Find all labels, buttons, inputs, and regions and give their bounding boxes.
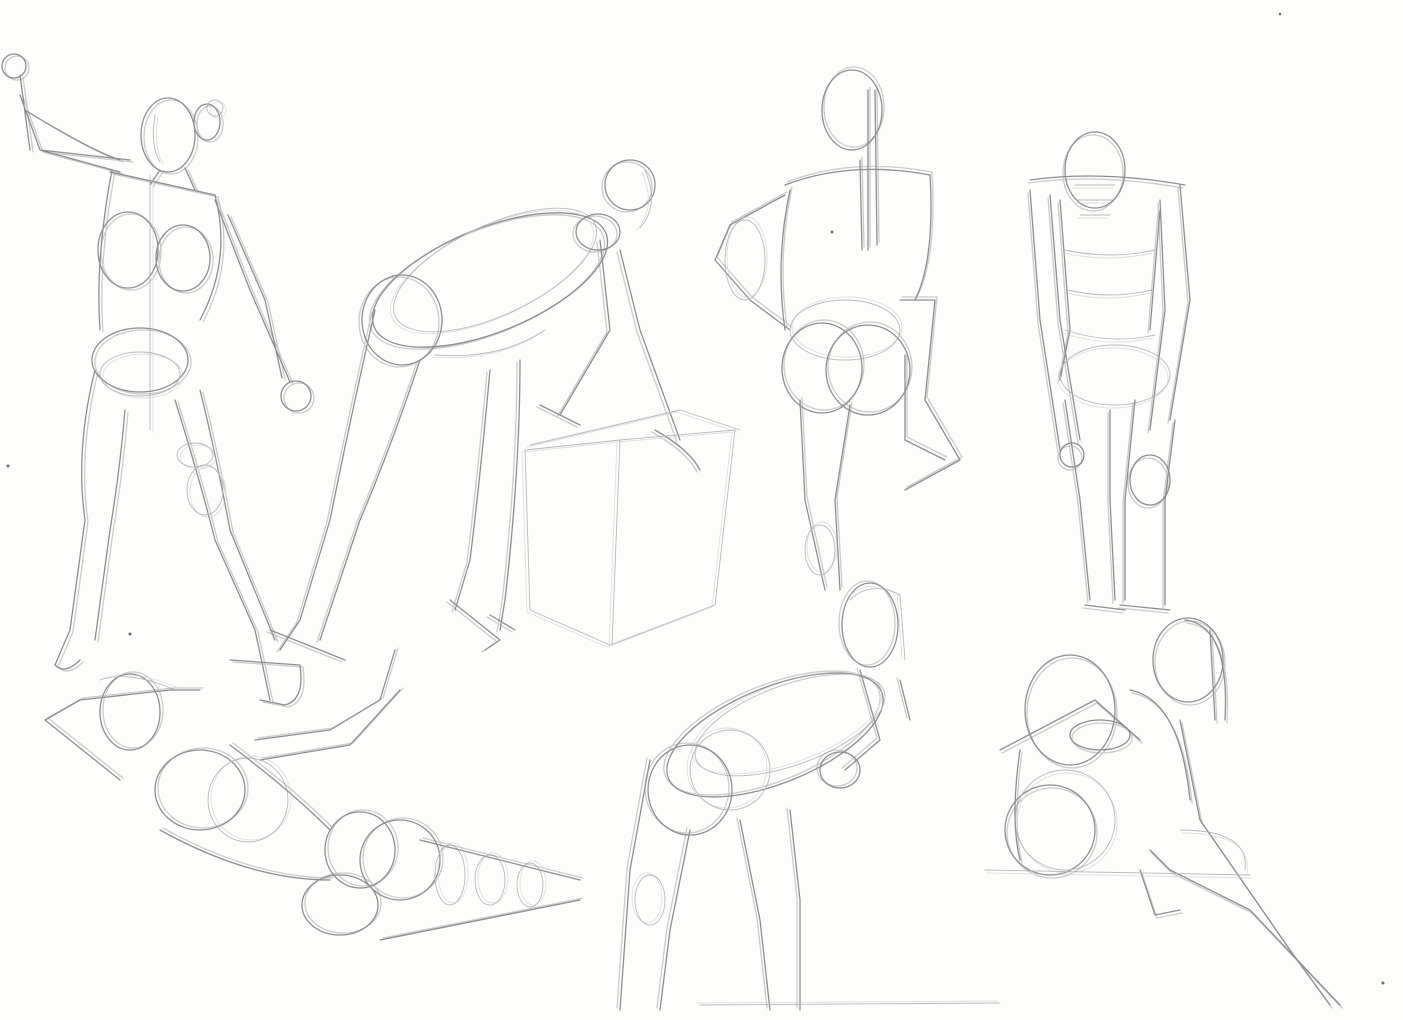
speck [830, 230, 834, 234]
sketch-sheet [0, 0, 1403, 1020]
speck [1278, 12, 1282, 16]
speck [6, 464, 10, 468]
paper-background [0, 0, 1403, 1020]
speck [128, 632, 132, 636]
speck [1381, 981, 1385, 985]
